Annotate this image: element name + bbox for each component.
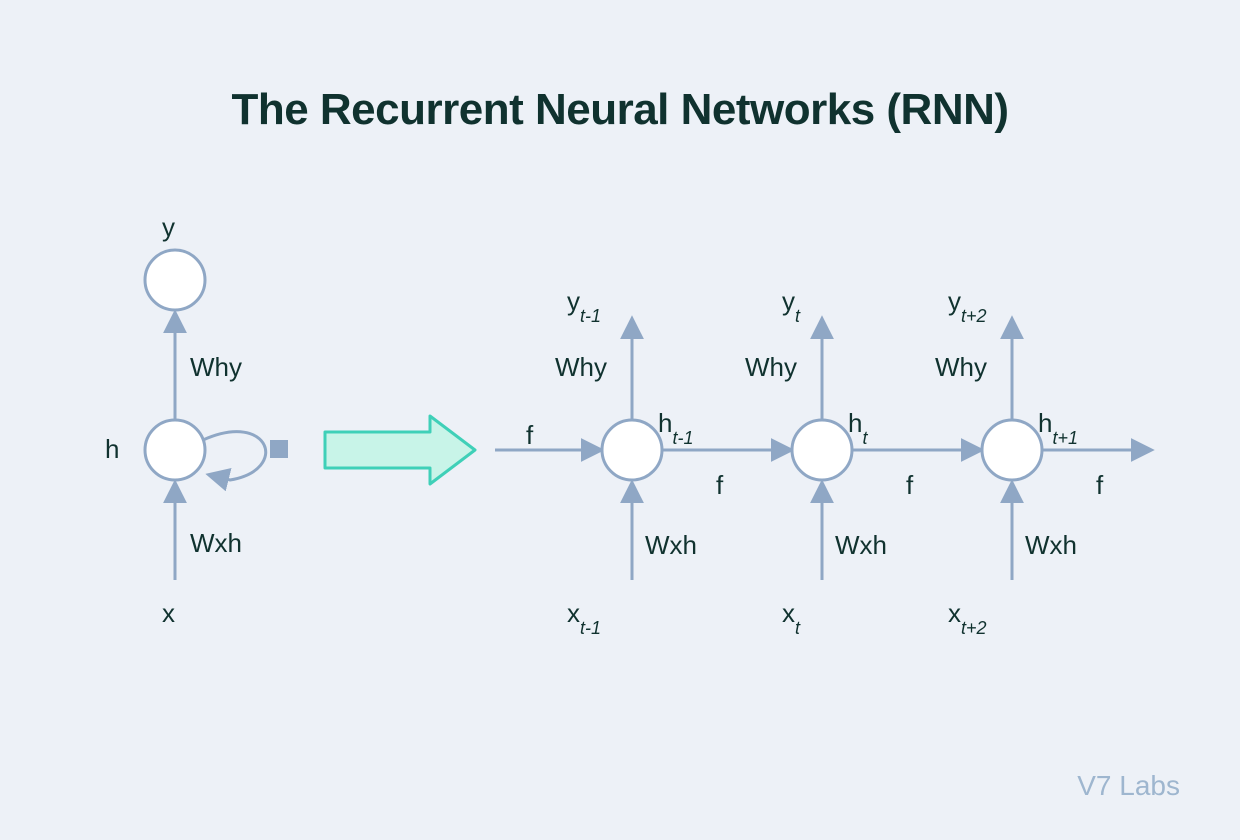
node-h-t xyxy=(792,420,852,480)
node-h-tm1 xyxy=(602,420,662,480)
label-y-t: yt xyxy=(782,286,800,321)
label-why-2: Why xyxy=(745,352,797,383)
label-f-2: f xyxy=(906,470,913,501)
label-h-t: ht xyxy=(848,408,867,443)
label-wxh: Wxh xyxy=(190,528,242,559)
label-y-tm1: yt-1 xyxy=(567,286,601,321)
node-h-tp1 xyxy=(982,420,1042,480)
label-wxh-1: Wxh xyxy=(645,530,697,561)
loop-square xyxy=(270,440,288,458)
label-wxh-2: Wxh xyxy=(835,530,887,561)
credit: V7 Labs xyxy=(1077,770,1180,802)
label-why-1: Why xyxy=(555,352,607,383)
label-x-tp2: xt+2 xyxy=(948,598,987,633)
self-loop xyxy=(203,432,266,480)
label-h-tp1: ht+1 xyxy=(1038,408,1078,443)
label-x-t: xt xyxy=(782,598,800,633)
label-x-tm1: xt-1 xyxy=(567,598,601,633)
label-y-tp2: yt+2 xyxy=(948,286,987,321)
label-y: y xyxy=(162,212,175,243)
label-f-1: f xyxy=(716,470,723,501)
label-x: x xyxy=(162,598,175,629)
label-f-3: f xyxy=(1096,470,1103,501)
label-wxh-3: Wxh xyxy=(1025,530,1077,561)
label-h-tm1: ht-1 xyxy=(658,408,693,443)
unfold-arrow xyxy=(325,416,475,484)
node-y xyxy=(145,250,205,310)
label-why-3: Why xyxy=(935,352,987,383)
label-why: Why xyxy=(190,352,242,383)
node-h xyxy=(145,420,205,480)
label-f-0: f xyxy=(526,420,533,451)
label-h: h xyxy=(105,434,119,465)
